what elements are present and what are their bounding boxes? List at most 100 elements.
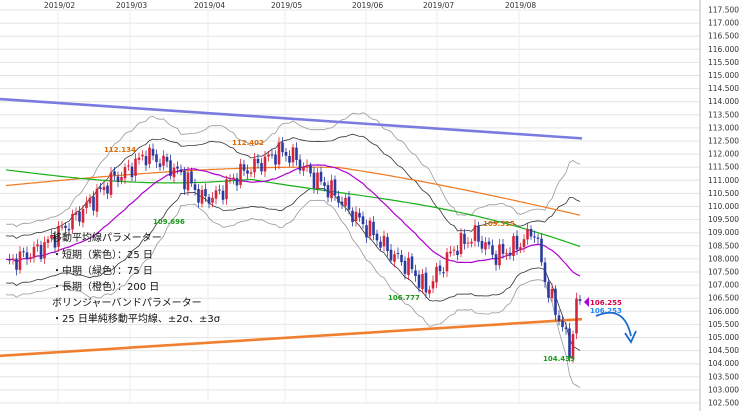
- candle-body: [183, 171, 186, 190]
- candle-body: [508, 252, 512, 256]
- candle-body: [414, 270, 417, 276]
- y-tick-label: 106.000: [708, 307, 739, 316]
- candle-body: [407, 257, 410, 276]
- candle-body: [536, 237, 540, 239]
- y-tick-label: 111.500: [708, 163, 739, 172]
- candle-body: [218, 189, 221, 191]
- candle-body: [291, 147, 295, 163]
- candle-body: [358, 212, 361, 218]
- candle-body: [88, 197, 92, 204]
- candle-body: [29, 257, 32, 259]
- candle-body: [382, 235, 386, 247]
- candle-body: [22, 251, 25, 253]
- candle-body: [344, 197, 347, 206]
- candle-body: [249, 172, 253, 174]
- candle-body: [120, 177, 123, 181]
- candle-body: [473, 225, 477, 241]
- candle-body: [211, 197, 214, 203]
- candle-body: [15, 258, 18, 270]
- candle-body: [71, 213, 74, 230]
- candle-body: [109, 172, 113, 195]
- candle-body: [438, 265, 442, 272]
- candle-body: [484, 242, 487, 250]
- candle-body: [305, 165, 309, 167]
- candle-body: [225, 179, 228, 200]
- price-annotation: 109.315: [483, 220, 515, 228]
- candle-body: [179, 169, 183, 173]
- candle-body: [242, 164, 246, 171]
- y-tick-label: 109.500: [708, 215, 739, 224]
- y-tick-label: 116.000: [708, 45, 739, 54]
- candle-body: [204, 189, 207, 197]
- candle-body: [400, 254, 403, 263]
- price-annotation: 112.402: [232, 139, 264, 147]
- candle-body: [340, 201, 344, 205]
- candle-body: [568, 328, 571, 358]
- x-tick-label: 2019/04: [194, 1, 225, 10]
- candle-body: [396, 252, 400, 254]
- candle-body: [263, 156, 267, 172]
- candle-body: [575, 298, 578, 334]
- x-tick-label: 2019/07: [423, 1, 454, 10]
- candle-body: [477, 226, 480, 242]
- y-tick-label: 109.000: [708, 228, 739, 237]
- candle-body: [81, 209, 85, 223]
- candle-body: [232, 177, 235, 180]
- candle-body: [431, 281, 435, 289]
- candle-body: [78, 211, 81, 222]
- y-tick-label: 107.000: [708, 281, 739, 290]
- x-tick-label: 2019/08: [505, 1, 536, 10]
- candle-body: [144, 156, 148, 166]
- y-tick-label: 103.500: [708, 372, 739, 381]
- candle-body: [172, 167, 176, 178]
- candle-body: [281, 142, 284, 153]
- candle-body: [379, 241, 382, 248]
- candle-body: [526, 229, 529, 240]
- candle-body: [193, 184, 197, 190]
- y-tick-label: 113.000: [708, 123, 739, 132]
- candle-body: [557, 315, 561, 321]
- candle-body: [351, 210, 354, 223]
- candle-body: [417, 274, 421, 288]
- candle-body: [393, 254, 396, 262]
- candle-body: [102, 186, 106, 191]
- y-tick-label: 117.000: [708, 19, 739, 28]
- candle-body: [347, 196, 351, 210]
- y-tick-label: 104.500: [708, 346, 739, 355]
- candle-body: [256, 158, 260, 164]
- x-tick-label: 2019/03: [116, 1, 147, 10]
- candle-body: [361, 216, 365, 225]
- candle-body: [512, 236, 515, 256]
- candle-body: [106, 185, 109, 194]
- candle-body: [43, 242, 46, 259]
- candle-body: [270, 154, 274, 156]
- y-tick-label: 116.500: [708, 32, 739, 41]
- y-tick-label: 105.000: [708, 333, 739, 342]
- candle-body: [302, 166, 305, 171]
- candle-body: [312, 172, 316, 189]
- y-tick-label: 106.500: [708, 294, 739, 303]
- price-annotation: 112.134: [104, 146, 136, 154]
- candle-body: [200, 189, 204, 204]
- candle-body: [228, 179, 232, 181]
- candle-body: [85, 202, 88, 209]
- price-annotation: 106.777: [388, 294, 420, 302]
- candle-body: [515, 235, 519, 250]
- candle-body: [316, 172, 319, 189]
- y-tick-label: 108.000: [708, 254, 739, 263]
- candle-body: [463, 233, 466, 244]
- candle-body: [480, 240, 484, 249]
- candle-body: [519, 247, 522, 250]
- candle-body: [11, 258, 15, 260]
- y-tick-label: 115.500: [708, 58, 739, 67]
- candle-body: [116, 176, 120, 182]
- candle-body: [389, 249, 393, 261]
- candle-body: [337, 196, 340, 203]
- candle-body: [99, 187, 102, 189]
- candle-body: [449, 251, 452, 254]
- candle-body: [221, 190, 225, 200]
- candle-body: [39, 244, 43, 260]
- candle-body: [550, 289, 554, 298]
- candle-body: [169, 160, 172, 177]
- candle-body: [190, 171, 193, 184]
